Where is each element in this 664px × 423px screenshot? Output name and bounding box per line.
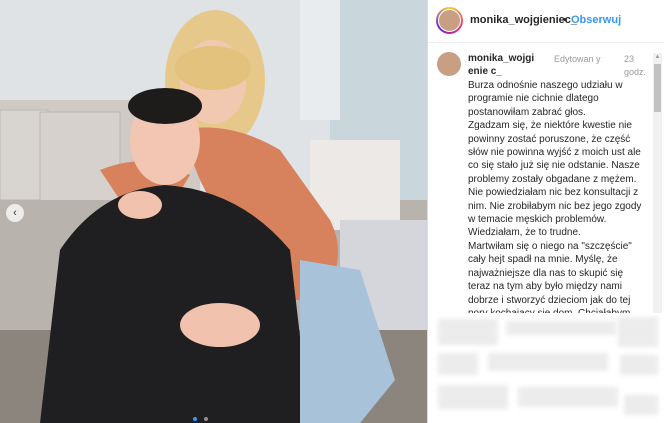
blur-block [618,317,658,347]
blur-block [438,353,478,375]
caption-username[interactable]: monika_wojgienie c_ [468,52,538,78]
post-photo: ‹ [0,0,427,423]
blur-block [488,353,608,371]
blur-block [624,395,658,415]
blur-block [506,321,616,335]
separator-dot: • [563,14,567,26]
story-ring[interactable] [436,7,463,34]
caption-text: Burza odnośnie naszego udziału w program… [468,79,646,313]
carousel-dot-active [193,417,197,421]
post-header: monika_wojgieniec_ • Obserwuj [428,0,664,43]
header-username[interactable]: monika_wojgieniec_ [470,14,577,26]
post-timestamp[interactable]: 23 godz. [624,53,654,79]
edited-label: Edytowan y [554,54,601,64]
blur-block [518,387,618,407]
carousel-indicator [193,408,211,423]
caption-avatar[interactable] [437,52,461,76]
caption-paragraph: Burza odnośnie naszego udziału w program… [468,80,623,118]
follow-button[interactable]: Obserwuj [571,14,621,26]
blur-block [438,385,508,409]
blur-block [438,319,498,345]
blurred-comments [428,313,664,423]
caption-paragraph: Zgadzam się, że niektóre kwestie nie pow… [468,120,642,239]
scrollbar-thumb[interactable] [654,64,661,112]
caption-paragraph: Martwiłam się o niego na "szczęście" cał… [468,240,632,313]
carousel-dot [204,417,209,421]
carousel-prev-button[interactable]: ‹ [6,204,24,222]
caption-area: monika_wojgienie c_ Edytowan y 23 godz. … [428,43,664,313]
avatar[interactable] [438,9,461,32]
scroll-up-arrow-icon[interactable]: ▲ [653,53,662,62]
caption-scrollbar[interactable]: ▲ ▼ [653,53,662,313]
post-side-panel: monika_wojgieniec_ • Obserwuj monika_woj… [427,0,664,423]
blur-block [620,355,658,375]
chevron-left-icon: ‹ [13,207,17,219]
photo-scene [0,0,427,423]
